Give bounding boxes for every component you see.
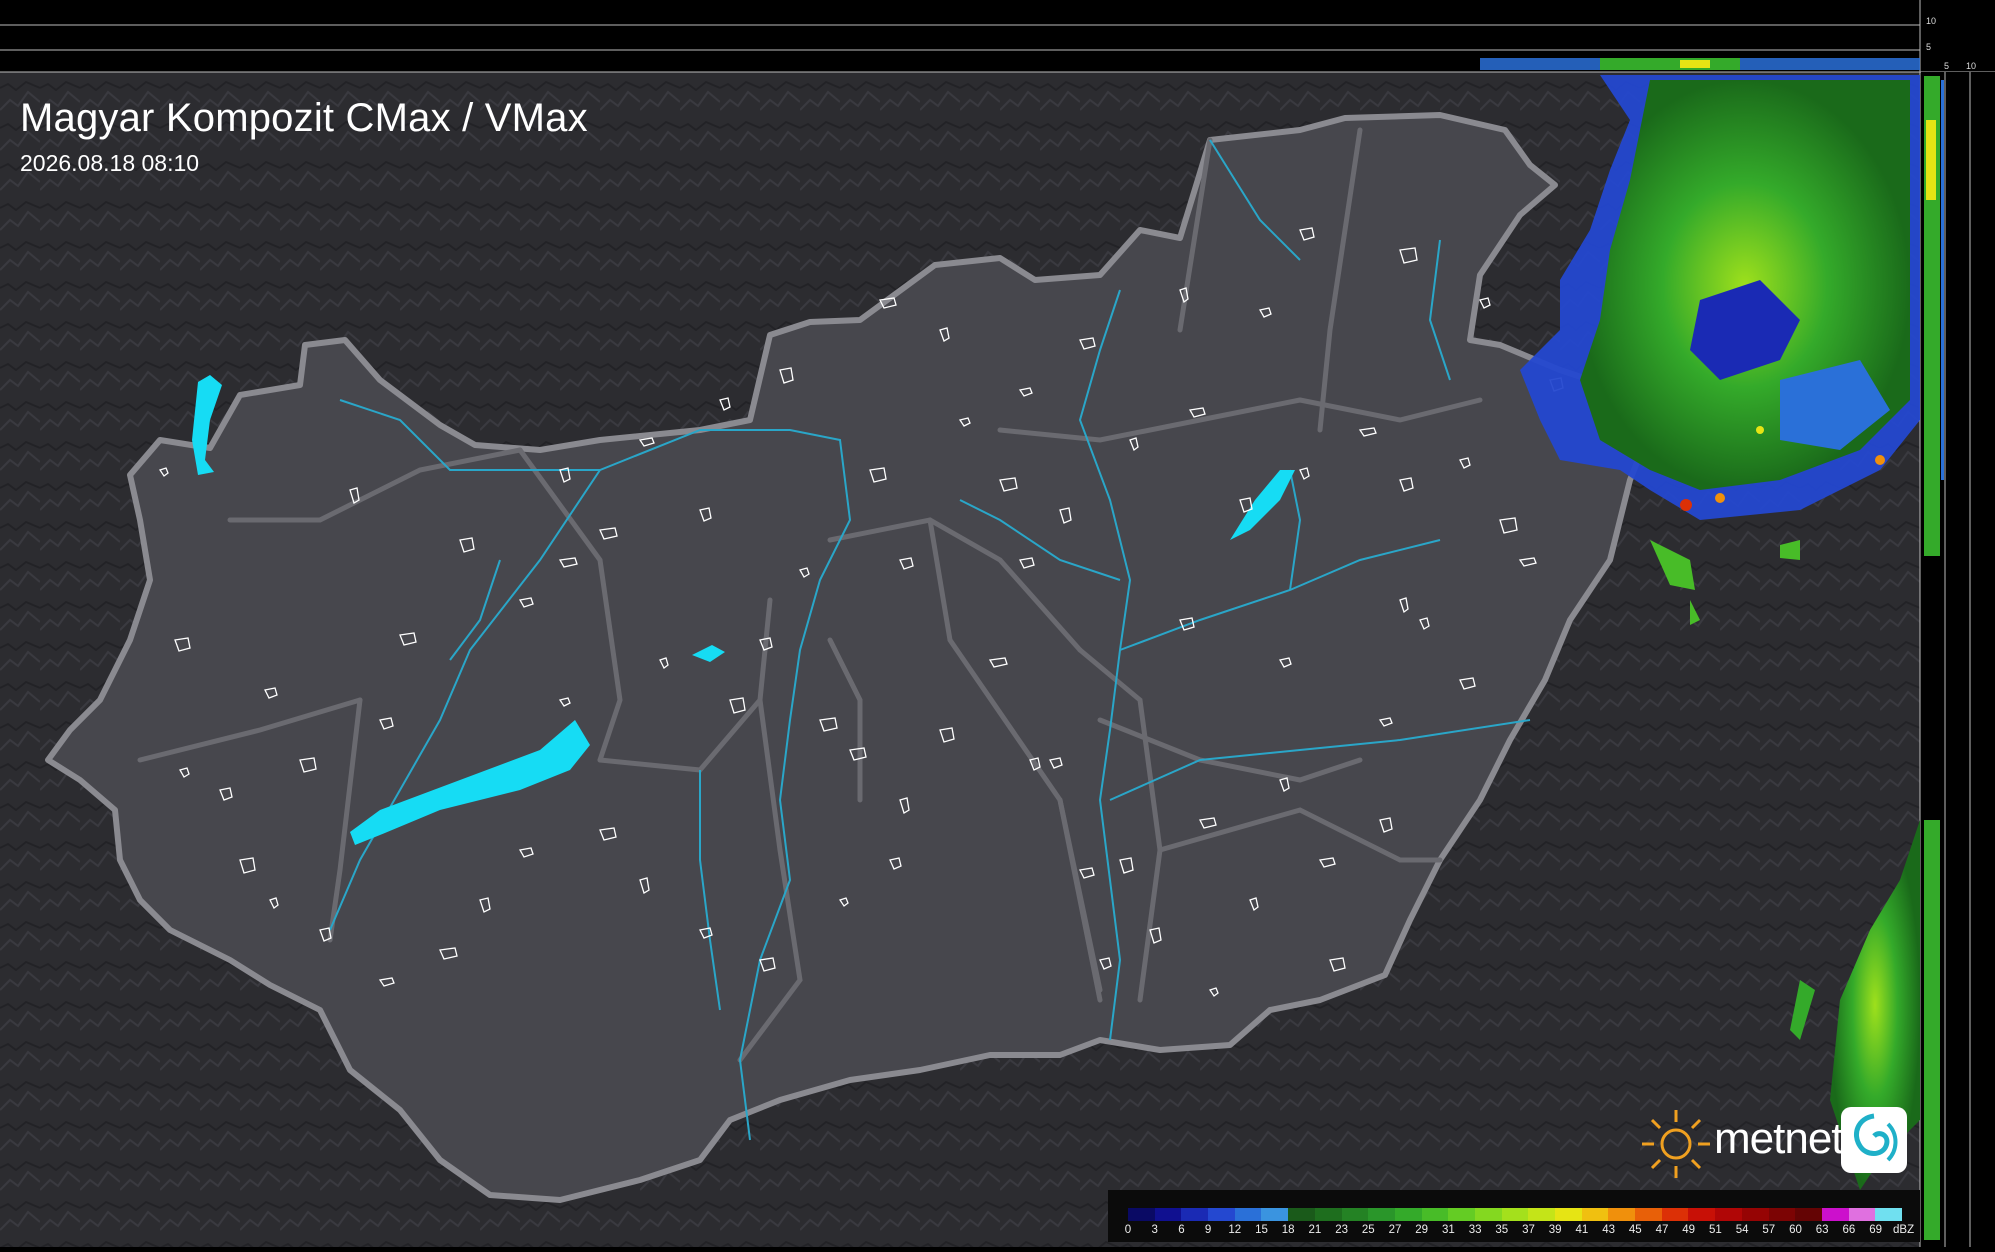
- legend-swatch: [1181, 1208, 1209, 1221]
- right-profile-strip: [1926, 120, 1936, 200]
- legend-label: 23: [1335, 1224, 1348, 1236]
- legend-swatch: [1341, 1208, 1369, 1221]
- legend-label: 47: [1655, 1224, 1669, 1236]
- right-profile-strip: [1941, 80, 1944, 480]
- legend-label: 45: [1628, 1224, 1642, 1236]
- legend-label: 27: [1388, 1224, 1402, 1236]
- top-scale-tick: 5: [1926, 42, 1932, 52]
- legend-label: 63: [1815, 1224, 1829, 1236]
- legend-label: 31: [1441, 1224, 1455, 1236]
- map-timestamp: 2026.08.18 08:10: [20, 150, 200, 176]
- map-canvas: [0, 0, 1995, 1247]
- legend-label: 12: [1228, 1224, 1242, 1236]
- legend-swatch: [1368, 1208, 1395, 1221]
- legend-label: 3: [1151, 1224, 1158, 1236]
- legend-swatch: [1581, 1208, 1609, 1221]
- legend-label: 69: [1869, 1224, 1882, 1236]
- legend-swatch: [1528, 1208, 1555, 1221]
- legend-swatch: [1234, 1208, 1262, 1221]
- legend-label: 6: [1178, 1224, 1185, 1236]
- legend-swatch: [1848, 1208, 1876, 1221]
- metnet-logo: metnet: [1636, 1104, 1936, 1184]
- legend-swatch: [1288, 1208, 1315, 1221]
- legend-label: 15: [1255, 1224, 1268, 1236]
- legend-label: 49: [1682, 1224, 1696, 1236]
- legend-swatch: [1688, 1208, 1716, 1221]
- brand-name: metnet: [1714, 1114, 1844, 1163]
- swirl-icon: [1841, 1107, 1907, 1173]
- legend-swatch: [1501, 1208, 1529, 1221]
- legend-label: 18: [1281, 1224, 1295, 1236]
- legend-swatch: [1128, 1208, 1155, 1221]
- legend-label: 39: [1548, 1224, 1562, 1236]
- legend-swatch: [1314, 1208, 1342, 1221]
- radar-map: Magyar Kompozit CMax / VMax 2026.08.18 0…: [0, 0, 1995, 1247]
- legend-label: 0: [1124, 1224, 1132, 1236]
- top-profile-strip: [1680, 60, 1710, 68]
- legend-label: 29: [1415, 1224, 1429, 1236]
- legend-swatch: [1421, 1208, 1449, 1221]
- legend-label: 33: [1468, 1224, 1482, 1236]
- legend-color-bar: [1128, 1208, 1902, 1221]
- legend-swatch: [1394, 1208, 1422, 1221]
- legend-swatch: [1715, 1208, 1742, 1221]
- legend-swatch: [1768, 1208, 1796, 1221]
- legend-label: 66: [1842, 1224, 1856, 1236]
- map-title: Magyar Kompozit CMax / VMax: [20, 96, 588, 140]
- legend-swatch: [1261, 1208, 1289, 1221]
- sun-icon: [1642, 1110, 1710, 1178]
- legend-label: 54: [1735, 1224, 1749, 1236]
- legend-swatch: [1208, 1208, 1235, 1221]
- legend-swatch: [1875, 1208, 1902, 1221]
- right-scale-tick: 10: [1966, 61, 1977, 71]
- legend-label: 9: [1204, 1224, 1212, 1236]
- legend-swatch: [1821, 1208, 1849, 1221]
- legend-swatch: [1448, 1208, 1475, 1221]
- legend-label: 25: [1361, 1224, 1375, 1236]
- top-profile-strip: [1600, 58, 1740, 70]
- legend-label: 60: [1789, 1224, 1802, 1236]
- legend-swatch: [1474, 1208, 1502, 1221]
- legend-label: 57: [1762, 1224, 1776, 1236]
- legend-swatch: [1608, 1208, 1636, 1221]
- legend-label: 37: [1522, 1224, 1535, 1236]
- legend-label: 21: [1308, 1224, 1322, 1236]
- legend-labels: 0 3 6 9 12 15 18 21 23 25 27 29 31 33 35 37 39 41 43 45 47 49…: [1124, 1224, 1918, 1238]
- legend-swatch: [1635, 1208, 1662, 1221]
- legend-swatch: [1661, 1208, 1689, 1221]
- legend-label: 51: [1708, 1224, 1722, 1236]
- legend-swatch: [1154, 1208, 1182, 1221]
- legend-label: 41: [1575, 1224, 1589, 1236]
- dbz-legend: 0 3 6 9 12 15 18 21 23 25 27 29 31 33 35 37 39 41 43 45 47 49…: [1108, 1190, 1920, 1242]
- top-scale-tick: 10: [1926, 16, 1937, 26]
- legend-unit: dBZ: [1893, 1224, 1915, 1236]
- right-scale-tick: 5: [1944, 61, 1950, 71]
- legend-swatch: [1555, 1208, 1582, 1221]
- legend-label: 35: [1495, 1224, 1509, 1236]
- legend-label: 43: [1602, 1224, 1615, 1236]
- legend-swatch: [1795, 1208, 1822, 1221]
- legend-swatch: [1741, 1208, 1769, 1221]
